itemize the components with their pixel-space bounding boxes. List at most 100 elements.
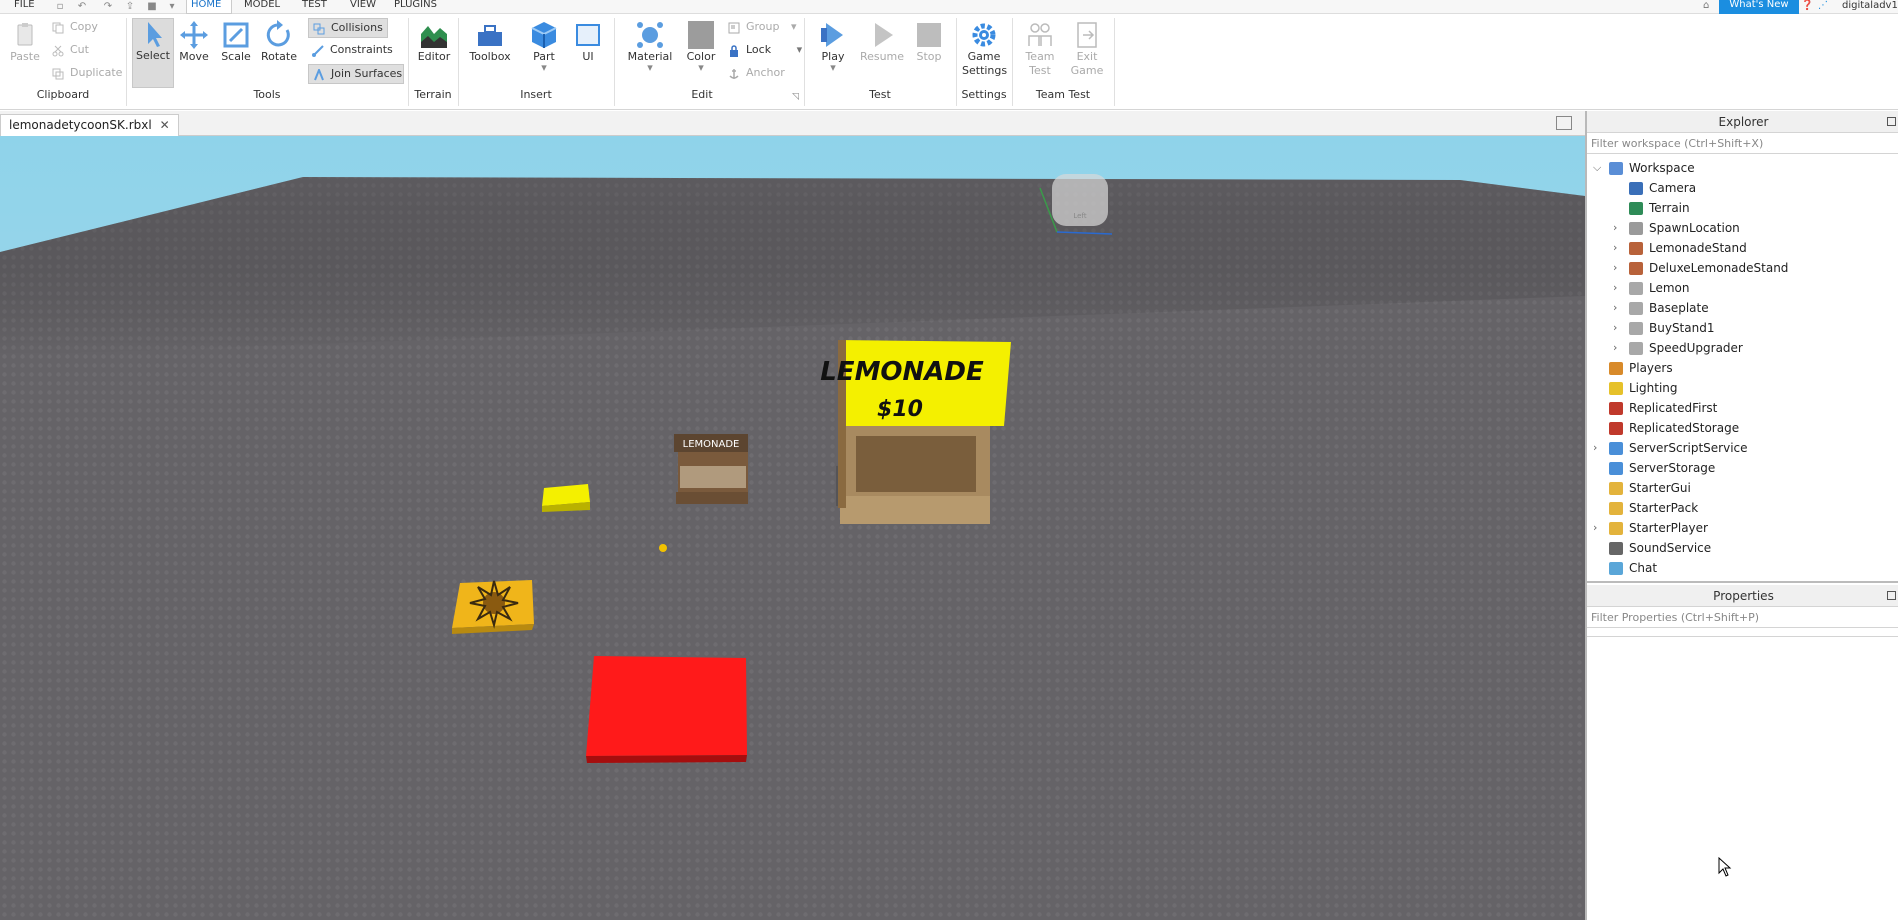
explorer-item[interactable]: › BuyStand1 [1587, 318, 1898, 338]
anchor-button[interactable]: Anchor [724, 64, 794, 84]
tab-home[interactable]: HOME [186, 0, 232, 14]
expand-chevron-icon[interactable]: › [1593, 438, 1603, 458]
team-test-button[interactable]: Team Test [1018, 20, 1062, 78]
paste-button[interactable]: Paste [8, 20, 42, 64]
lemon-part[interactable] [659, 544, 667, 552]
whats-new-button[interactable]: What's New [1719, 0, 1799, 14]
explorer-item[interactable]: › LemonadeStand [1587, 238, 1898, 258]
exit-game-label-1: Exit [1076, 50, 1098, 63]
terrain-editor-button[interactable]: Editor [414, 20, 454, 64]
color-button[interactable]: Color ▾ [682, 20, 720, 73]
explorer-item-label: SpeedUpgrader [1649, 341, 1743, 355]
explorer-item[interactable]: › StarterPlayer [1587, 518, 1898, 538]
panel-splitter[interactable] [1587, 581, 1898, 583]
explorer-item[interactable]: StarterGui [1587, 478, 1898, 498]
explorer-item[interactable]: › DeluxeLemonadeStand [1587, 258, 1898, 278]
redo-icon[interactable]: ↷ [102, 1, 114, 12]
explorer-item[interactable]: › Baseplate [1587, 298, 1898, 318]
tab-plugins[interactable]: PLUGINS [390, 0, 441, 14]
stop-button[interactable]: Stop [910, 20, 948, 64]
group-button[interactable]: Group ▾ [724, 18, 797, 38]
share-home-icon[interactable]: ⌂ [1703, 0, 1709, 12]
edit-settings-expander-icon[interactable]: ◹ [792, 92, 799, 102]
collapse-chevron-icon[interactable]: ⌵ [1593, 158, 1603, 178]
material-button[interactable]: Material ▾ [626, 20, 674, 73]
toolbox-button[interactable]: Toolbox [466, 20, 514, 64]
copy-button[interactable]: Copy [48, 18, 108, 38]
exit-game-button[interactable]: Exit Game [1066, 20, 1108, 78]
collisions-toggle[interactable]: Collisions [308, 18, 388, 38]
expand-chevron-icon[interactable]: › [1613, 218, 1623, 238]
close-tab-icon[interactable]: ✕ [160, 115, 170, 135]
deluxe-lemonade-stand[interactable]: LEMONADE $10 [820, 340, 1011, 524]
explorer-filter-input[interactable]: Filter workspace (Ctrl+Shift+X) [1587, 134, 1898, 154]
expand-chevron-icon[interactable]: › [1613, 318, 1623, 338]
explorer-item[interactable]: Players [1587, 358, 1898, 378]
publish-icon[interactable]: ⇪ [124, 1, 136, 12]
join-surfaces-toggle[interactable]: Join Surfaces [308, 64, 404, 84]
group-dropdown-icon[interactable]: ▾ [791, 20, 797, 33]
explorer-item[interactable]: ServerStorage [1587, 458, 1898, 478]
game-settings-button[interactable]: Game Settings [962, 20, 1007, 78]
properties-undock-icon[interactable] [1887, 591, 1896, 600]
tab-view[interactable]: VIEW [346, 0, 380, 14]
cut-button[interactable]: Cut [48, 41, 108, 61]
save-icon[interactable]: ■ [146, 1, 158, 12]
ui-button[interactable]: UI [572, 20, 604, 64]
replicated-icon [1609, 402, 1623, 415]
expand-chevron-icon[interactable]: › [1613, 238, 1623, 258]
document-tab[interactable]: lemonadetycoonSK.rbxl ✕ [0, 114, 179, 136]
select-tool-button[interactable]: Select [132, 18, 174, 88]
explorer-item[interactable]: Camera [1587, 178, 1898, 198]
explorer-item[interactable]: › ServerScriptService [1587, 438, 1898, 458]
explorer-item[interactable]: ReplicatedFirst [1587, 398, 1898, 418]
expand-chevron-icon[interactable]: › [1613, 278, 1623, 298]
explorer-item[interactable]: Terrain [1587, 198, 1898, 218]
expand-chevron-icon[interactable]: › [1593, 518, 1603, 538]
explorer-undock-icon[interactable] [1887, 117, 1896, 126]
explorer-item[interactable]: › SpeedUpgrader [1587, 338, 1898, 358]
properties-filter-input[interactable]: Filter Properties (Ctrl+Shift+P) [1587, 608, 1898, 628]
color-dropdown-icon[interactable]: ▾ [682, 62, 720, 73]
scale-tool-button[interactable]: Scale [218, 20, 254, 64]
material-dropdown-icon[interactable]: ▾ [626, 62, 674, 73]
move-tool-button[interactable]: Move [176, 20, 212, 64]
explorer-item[interactable]: SoundService [1587, 538, 1898, 558]
part-button[interactable]: Part ▾ [526, 20, 562, 73]
play-button[interactable]: Play ▾ [814, 20, 852, 73]
play-dropdown-icon[interactable]: ▾ [814, 62, 852, 73]
explorer-item[interactable]: ReplicatedStorage [1587, 418, 1898, 438]
tab-model[interactable]: MODEL [240, 0, 284, 14]
red-buy-pad[interactable] [586, 656, 747, 763]
explorer-item[interactable]: StarterPack [1587, 498, 1898, 518]
undo-icon[interactable]: ↶ [76, 1, 88, 12]
tab-test[interactable]: TEST [298, 0, 331, 14]
quick-access-dropdown-icon[interactable]: ▾ [166, 1, 178, 12]
part-dropdown-icon[interactable]: ▾ [526, 62, 562, 73]
3d-viewport[interactable]: LEMONADE LEMONADE $10 Left [0, 136, 1585, 920]
layout-toggle-icon[interactable] [1556, 116, 1572, 130]
expand-chevron-icon[interactable]: › [1613, 258, 1623, 278]
explorer-item[interactable]: › Lemon [1587, 278, 1898, 298]
explorer-item[interactable]: Chat [1587, 558, 1898, 578]
explorer-item[interactable]: › SpawnLocation [1587, 218, 1898, 238]
small-lemonade-stand[interactable]: LEMONADE [674, 434, 748, 504]
file-menu[interactable]: FILE [10, 0, 39, 14]
speed-upgrader-pad[interactable] [452, 580, 534, 634]
explorer-item[interactable]: ⌵ Workspace [1587, 158, 1898, 178]
help-icon[interactable]: ❓ [1801, 0, 1813, 12]
yellow-brick-part[interactable] [542, 484, 590, 512]
lock-button[interactable]: Lock ▾ [724, 41, 803, 61]
lock-dropdown-icon[interactable]: ▾ [797, 43, 803, 56]
rotate-tool-button[interactable]: Rotate [260, 20, 298, 64]
duplicate-button[interactable]: Duplicate [48, 64, 124, 84]
join-surfaces-label: Join Surfaces [331, 67, 403, 80]
share-icon[interactable]: ⋰ [1818, 0, 1828, 12]
expand-chevron-icon[interactable]: › [1613, 338, 1623, 358]
constraints-button[interactable]: Constraints [308, 41, 398, 61]
username-label[interactable]: digitaladv1 [1842, 0, 1898, 11]
resume-button[interactable]: Resume [858, 20, 906, 64]
explorer-item[interactable]: Lighting [1587, 378, 1898, 398]
expand-chevron-icon[interactable]: › [1613, 298, 1623, 318]
new-file-icon[interactable]: ▫ [54, 1, 66, 12]
